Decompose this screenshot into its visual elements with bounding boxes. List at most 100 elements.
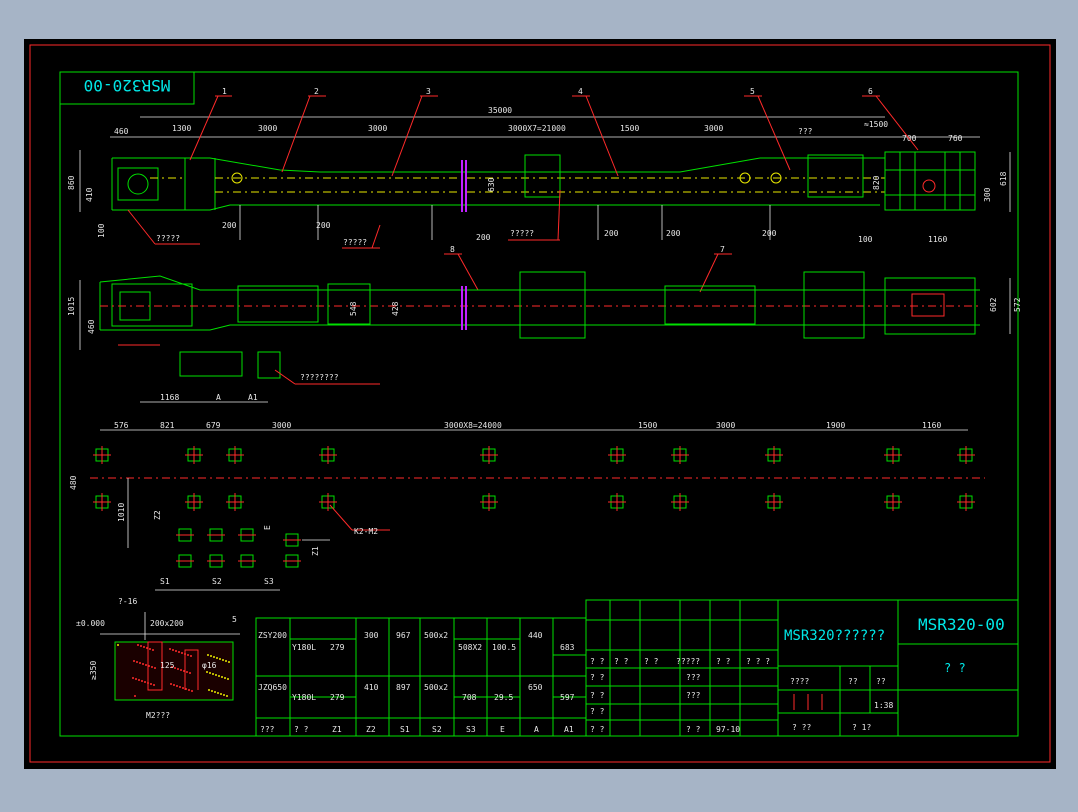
concrete-dot <box>149 648 151 650</box>
part-3: 3 <box>426 87 431 96</box>
svg-text:JZQ650: JZQ650 <box>258 683 287 692</box>
svg-text:897: 897 <box>396 683 411 692</box>
concrete-dot <box>137 644 139 646</box>
concrete-dot <box>139 662 141 664</box>
concrete-dot <box>175 650 177 652</box>
svg-text:Y180L: Y180L <box>292 643 316 652</box>
svg-text:? ?: ? ? <box>614 657 629 666</box>
cad-viewport[interactable]: MSR320-00 35000 460 1300 3000 3000 3000X… <box>0 0 1078 808</box>
svg-text:? ?: ? ? <box>644 657 659 666</box>
concrete-dot <box>186 671 188 673</box>
concrete-dot <box>207 654 209 656</box>
svg-text:300: 300 <box>364 631 379 640</box>
svg-text:? ?: ? ? <box>590 707 605 716</box>
concrete-dot <box>178 651 180 653</box>
svg-text:279: 279 <box>330 693 345 702</box>
svg-text:200: 200 <box>316 221 331 230</box>
drawing-title: MSR320?????? <box>784 628 885 644</box>
svg-text:3000: 3000 <box>716 421 735 430</box>
svg-text:480: 480 <box>69 475 78 490</box>
overall-length: 35000 <box>488 106 512 115</box>
svg-text:500x2: 500x2 <box>424 631 448 640</box>
part-2: 2 <box>314 87 319 96</box>
svg-text:1500: 1500 <box>638 421 657 430</box>
svg-text:460: 460 <box>87 319 96 334</box>
svg-text:1160: 1160 <box>922 421 941 430</box>
svg-text:860: 860 <box>67 175 76 190</box>
svg-text:3000: 3000 <box>272 421 291 430</box>
svg-text:572: 572 <box>1013 297 1022 312</box>
svg-text:? ?: ? ? <box>716 657 731 666</box>
svg-text:A1: A1 <box>248 393 258 402</box>
svg-text:821: 821 <box>160 421 175 430</box>
concrete-dot <box>216 657 218 659</box>
svg-text:A: A <box>534 725 539 734</box>
svg-text:200x200: 200x200 <box>150 619 184 628</box>
concrete-dot <box>187 654 189 656</box>
concrete-dot <box>138 679 140 681</box>
drawing-name: ? ? <box>944 661 966 675</box>
svg-text:Z2: Z2 <box>366 725 376 734</box>
concrete-dot <box>153 684 155 686</box>
svg-text:200: 200 <box>666 229 681 238</box>
svg-text:410: 410 <box>364 683 379 692</box>
concrete-dot <box>212 673 214 675</box>
svg-text:S3: S3 <box>466 725 476 734</box>
callout-text: ????? <box>156 234 180 243</box>
svg-text:? 1?: ? 1? <box>852 723 871 732</box>
concrete-dot <box>214 691 216 693</box>
concrete-dot <box>177 668 179 670</box>
svg-text:1168: 1168 <box>160 393 179 402</box>
part-6: 6 <box>868 87 873 96</box>
concrete-dot <box>218 675 220 677</box>
svg-text:Z2: Z2 <box>153 510 162 520</box>
part-8: 8 <box>450 245 455 254</box>
svg-text:820: 820 <box>872 175 881 190</box>
svg-text:A: A <box>216 393 221 402</box>
callout-text: ????? <box>510 229 534 238</box>
concrete-dot <box>154 667 156 669</box>
svg-text:279: 279 <box>330 643 345 652</box>
svg-text:460: 460 <box>114 127 129 136</box>
concrete-dot <box>224 677 226 679</box>
svg-text:679: 679 <box>206 421 221 430</box>
svg-text:A1: A1 <box>564 725 574 734</box>
svg-text:500x2: 500x2 <box>424 683 448 692</box>
concrete-dot <box>215 674 217 676</box>
svg-text:3000: 3000 <box>368 124 387 133</box>
concrete-dot <box>136 661 138 663</box>
svg-text:650: 650 <box>528 683 543 692</box>
svg-text:100: 100 <box>97 223 106 238</box>
svg-text:3000X8=24000: 3000X8=24000 <box>444 421 502 430</box>
svg-text:5: 5 <box>232 615 237 624</box>
concrete-dot <box>151 666 153 668</box>
concrete-dot <box>132 677 134 679</box>
concrete-dot <box>213 656 215 658</box>
part-5: 5 <box>750 87 755 96</box>
concrete-dot <box>217 692 219 694</box>
svg-text:428: 428 <box>391 301 400 316</box>
concrete-dot <box>221 676 223 678</box>
svg-text:300: 300 <box>983 187 992 202</box>
concrete-dot <box>190 655 192 657</box>
concrete-dot <box>134 695 136 697</box>
concrete-dot <box>211 690 213 692</box>
svg-text:200: 200 <box>762 229 777 238</box>
svg-text:125: 125 <box>160 661 175 670</box>
concrete-dot <box>169 648 171 650</box>
concrete-dot <box>182 687 184 689</box>
concrete-dot <box>219 658 221 660</box>
svg-text:???: ??? <box>686 691 701 700</box>
svg-text:? ?: ? ? <box>294 725 309 734</box>
concrete-dot <box>226 695 228 697</box>
svg-text:Z1: Z1 <box>332 725 342 734</box>
concrete-dot <box>223 694 225 696</box>
concrete-dot <box>170 683 172 685</box>
concrete-dot <box>152 649 154 651</box>
svg-text:410: 410 <box>85 187 94 202</box>
concrete-dot <box>143 646 145 648</box>
part-7: 7 <box>720 245 725 254</box>
svg-text:S3: S3 <box>264 577 274 586</box>
svg-text:602: 602 <box>989 297 998 312</box>
svg-text:597: 597 <box>560 693 575 702</box>
